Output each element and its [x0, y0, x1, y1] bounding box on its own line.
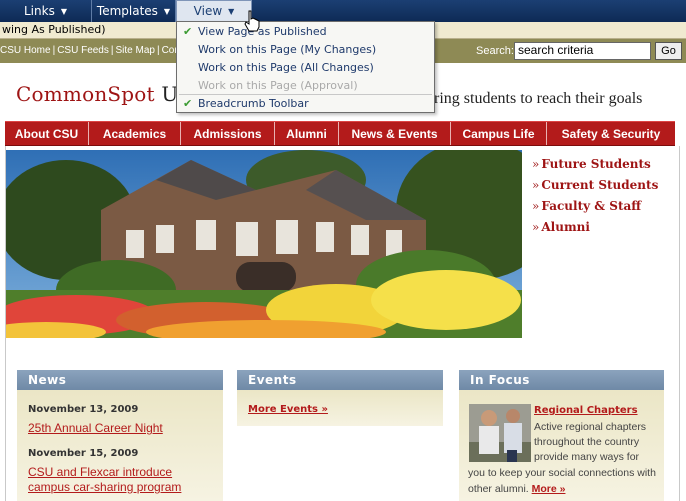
- nav-about-csu[interactable]: About CSU: [5, 122, 89, 145]
- link-label: Alumni: [541, 220, 590, 234]
- chevron-down-icon: ▼: [163, 6, 171, 16]
- more-events-link[interactable]: More Events »: [248, 404, 328, 415]
- link-label: Future Students: [541, 157, 651, 171]
- focus-more-link[interactable]: More »: [532, 483, 566, 495]
- search-input-value: search criteria: [518, 43, 594, 57]
- nav-academics[interactable]: Academics: [89, 122, 181, 145]
- checkmark-icon: ✔: [183, 97, 193, 110]
- nav-admissions[interactable]: Admissions: [181, 122, 275, 145]
- runners-photo: [469, 404, 531, 462]
- nav-safety-security[interactable]: Safety & Security: [547, 122, 675, 145]
- chevron-down-icon: ▼: [228, 6, 235, 16]
- campus-building-photo: [6, 150, 522, 338]
- focus-text-line: you to keep your social connections with: [468, 467, 656, 479]
- menu-item-label: Work on this Page (My Changes): [198, 43, 377, 56]
- chevron-down-icon: ▼: [60, 6, 67, 16]
- checkmark-icon: ✔: [183, 25, 193, 38]
- link-label: Faculty & Staff: [541, 199, 642, 213]
- link-future-students[interactable]: » Future Students: [532, 157, 658, 178]
- nav-news-events[interactable]: News & Events: [339, 122, 451, 145]
- hand-cursor-icon: [244, 10, 260, 32]
- news-heading: News: [17, 370, 223, 390]
- hero-image: [6, 150, 522, 338]
- menu-item-label: View Page as Published: [198, 25, 327, 38]
- news-date: November 15, 2009: [28, 448, 139, 459]
- links-menu-label: Links: [24, 4, 55, 18]
- menu-item-breadcrumb-toolbar[interactable]: ✔ Breadcrumb Toolbar: [177, 95, 434, 113]
- cs-toolbar: Links ▼ Templates ▼ View ▼: [0, 0, 686, 22]
- view-menu-label: View: [193, 4, 223, 18]
- news-link-flexcar[interactable]: CSU and Flexcar introduce campus car-sha…: [28, 465, 181, 495]
- templates-menu[interactable]: Templates ▼: [92, 0, 176, 22]
- focus-photo[interactable]: [469, 404, 531, 462]
- nav-campus-life[interactable]: Campus Life: [451, 122, 547, 145]
- separator: |: [52, 45, 56, 56]
- nav-alumni[interactable]: Alumni: [275, 122, 339, 145]
- separator: |: [156, 45, 160, 56]
- search-go-button[interactable]: Go: [655, 42, 682, 60]
- menu-item-label: Work on this Page (All Changes): [198, 61, 374, 74]
- menu-item-my-changes[interactable]: Work on this Page (My Changes): [177, 41, 434, 59]
- news-link-line: campus car-sharing program: [28, 480, 182, 494]
- menu-item-approval: Work on this Page (Approval): [177, 77, 434, 95]
- search-input[interactable]: search criteria: [514, 42, 651, 60]
- events-heading: Events: [237, 370, 443, 390]
- raquo-icon: »: [532, 178, 540, 192]
- logo-text: CommonSpot: [16, 82, 155, 106]
- links-menu[interactable]: Links ▼: [0, 0, 92, 22]
- utility-links: CSU Home | CSU Feeds | Site Map | Con: [0, 45, 180, 56]
- news-link-career-night[interactable]: 25th Annual Career Night: [28, 421, 163, 436]
- focus-text-last-line: other alumni. More »: [468, 482, 565, 498]
- raquo-icon: »: [532, 157, 540, 171]
- main-nav: About CSU Academics Admissions Alumni Ne…: [5, 121, 675, 146]
- search-label: Search:: [476, 45, 514, 57]
- focus-text-line: provide many ways for: [534, 451, 640, 463]
- status-text: wing As Published): [2, 23, 106, 36]
- focus-text-line: Active regional chapters: [534, 421, 647, 433]
- tagline: ring students to reach their goals: [434, 90, 643, 107]
- focus-text-line: other alumni.: [468, 483, 529, 495]
- templates-menu-label: Templates: [96, 4, 158, 18]
- util-link-csu-feeds[interactable]: CSU Feeds: [57, 45, 109, 56]
- util-link-site-map[interactable]: Site Map: [115, 45, 154, 56]
- link-alumni[interactable]: » Alumni: [532, 220, 658, 241]
- site-logo[interactable]: CommonSpot U: [16, 82, 178, 106]
- util-link-csu-home[interactable]: CSU Home: [0, 45, 51, 56]
- link-label: Current Students: [541, 178, 659, 192]
- focus-heading: In Focus: [459, 370, 664, 390]
- focus-title-link[interactable]: Regional Chapters: [534, 405, 638, 416]
- menu-item-view-published[interactable]: ✔ View Page as Published: [177, 23, 434, 41]
- view-dropdown-menu: ✔ View Page as Published Work on this Pa…: [176, 21, 435, 113]
- link-current-students[interactable]: » Current Students: [532, 178, 658, 199]
- menu-item-label: Breadcrumb Toolbar: [198, 97, 309, 110]
- news-date: November 13, 2009: [28, 404, 139, 415]
- news-link-line: 25th Annual Career Night: [28, 421, 163, 435]
- menu-item-label: Work on this Page (Approval): [198, 79, 358, 92]
- news-link-line: CSU and Flexcar introduce: [28, 465, 173, 479]
- focus-text-line: throughout the country: [534, 436, 640, 448]
- view-menu[interactable]: View ▼: [176, 0, 252, 22]
- menu-item-all-changes[interactable]: Work on this Page (All Changes): [177, 59, 434, 77]
- raquo-icon: »: [532, 199, 540, 213]
- separator: |: [110, 45, 114, 56]
- raquo-icon: »: [532, 220, 540, 234]
- audience-links: » Future Students » Current Students » Facu…: [532, 157, 658, 241]
- link-faculty-staff[interactable]: » Faculty & Staff: [532, 199, 658, 220]
